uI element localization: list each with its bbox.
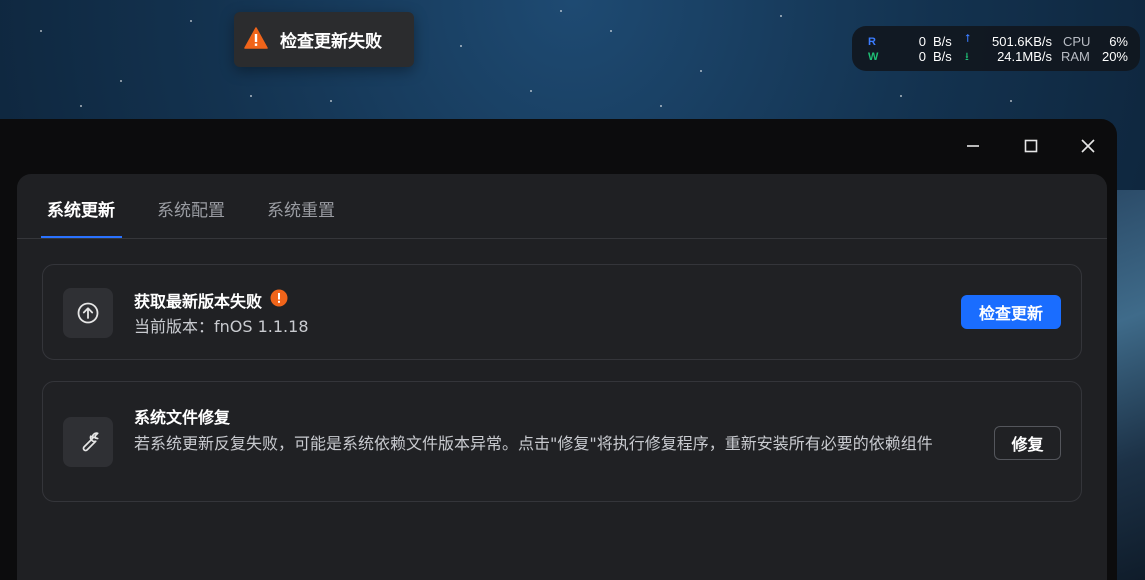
close-icon bbox=[1081, 139, 1095, 153]
repair-description: 若系统更新反复失败，可能是系统依赖文件版本异常。点击"修复"将执行修复程序，重新… bbox=[134, 434, 933, 453]
cpu-value: 6% bbox=[1109, 34, 1128, 49]
ram-label: RAM bbox=[1061, 49, 1090, 64]
upload-circle-icon bbox=[63, 288, 113, 338]
update-card-title-row: 获取最新版本失败 bbox=[134, 288, 288, 312]
toast-message: 检查更新失败 bbox=[280, 32, 382, 52]
maximize-button[interactable] bbox=[1018, 133, 1044, 159]
wrench-icon bbox=[63, 417, 113, 467]
update-card: 获取最新版本失败 当前版本：fnOS 1.1.18 检查更新 bbox=[42, 264, 1082, 360]
read-unit: B/s bbox=[933, 34, 952, 49]
ram-value: 20% bbox=[1101, 49, 1128, 64]
close-button[interactable] bbox=[1075, 133, 1101, 159]
repair-card: 系统文件修复 若系统更新反复失败，可能是系统依赖文件版本异常。点击"修复"将执行… bbox=[42, 381, 1082, 502]
tab-system-config[interactable]: 系统配置 bbox=[157, 196, 225, 221]
minimize-icon bbox=[967, 145, 979, 147]
settings-window: 系统更新 系统配置 系统重置 获取最新版本失败 当前版本：fnOS 1.1.18… bbox=[0, 119, 1117, 580]
repair-title: 系统文件修复 bbox=[134, 408, 231, 427]
repair-button[interactable]: 修复 bbox=[994, 426, 1061, 460]
download-arrow-icon: ⭳ bbox=[965, 51, 969, 63]
active-tab-indicator bbox=[41, 236, 122, 238]
upload-speed: 501.6KB/s bbox=[992, 34, 1052, 49]
write-unit: B/s bbox=[933, 49, 952, 64]
maximize-icon bbox=[1024, 139, 1038, 153]
tab-system-update[interactable]: 系统更新 bbox=[47, 196, 115, 221]
warning-triangle-icon bbox=[244, 26, 268, 53]
write-key-label: W bbox=[868, 51, 879, 63]
check-update-button[interactable]: 检查更新 bbox=[961, 295, 1061, 329]
tab-bar: 系统更新 系统配置 系统重置 bbox=[17, 174, 1107, 239]
cpu-label: CPU bbox=[1063, 34, 1091, 49]
update-status-title: 获取最新版本失败 bbox=[134, 292, 263, 311]
download-speed: 24.1MB/s bbox=[997, 49, 1052, 64]
upload-arrow-icon: ⭡ bbox=[965, 33, 971, 45]
tab-system-reset[interactable]: 系统重置 bbox=[267, 196, 335, 221]
write-value: 0 bbox=[918, 49, 926, 64]
settings-panel: 系统更新 系统配置 系统重置 获取最新版本失败 当前版本：fnOS 1.1.18… bbox=[17, 174, 1107, 580]
minimize-button[interactable] bbox=[960, 133, 986, 159]
error-toast: 检查更新失败 bbox=[234, 12, 414, 67]
read-value: 0 bbox=[918, 34, 926, 49]
warning-circle-icon bbox=[270, 289, 288, 311]
read-key-label: R bbox=[868, 36, 876, 48]
current-version: 当前版本：fnOS 1.1.18 bbox=[134, 317, 309, 336]
system-monitor-widget: R W 0 0 B/s B/s ⭡ ⭳ 501.6KB/s 24.1MB/s C… bbox=[852, 26, 1140, 71]
